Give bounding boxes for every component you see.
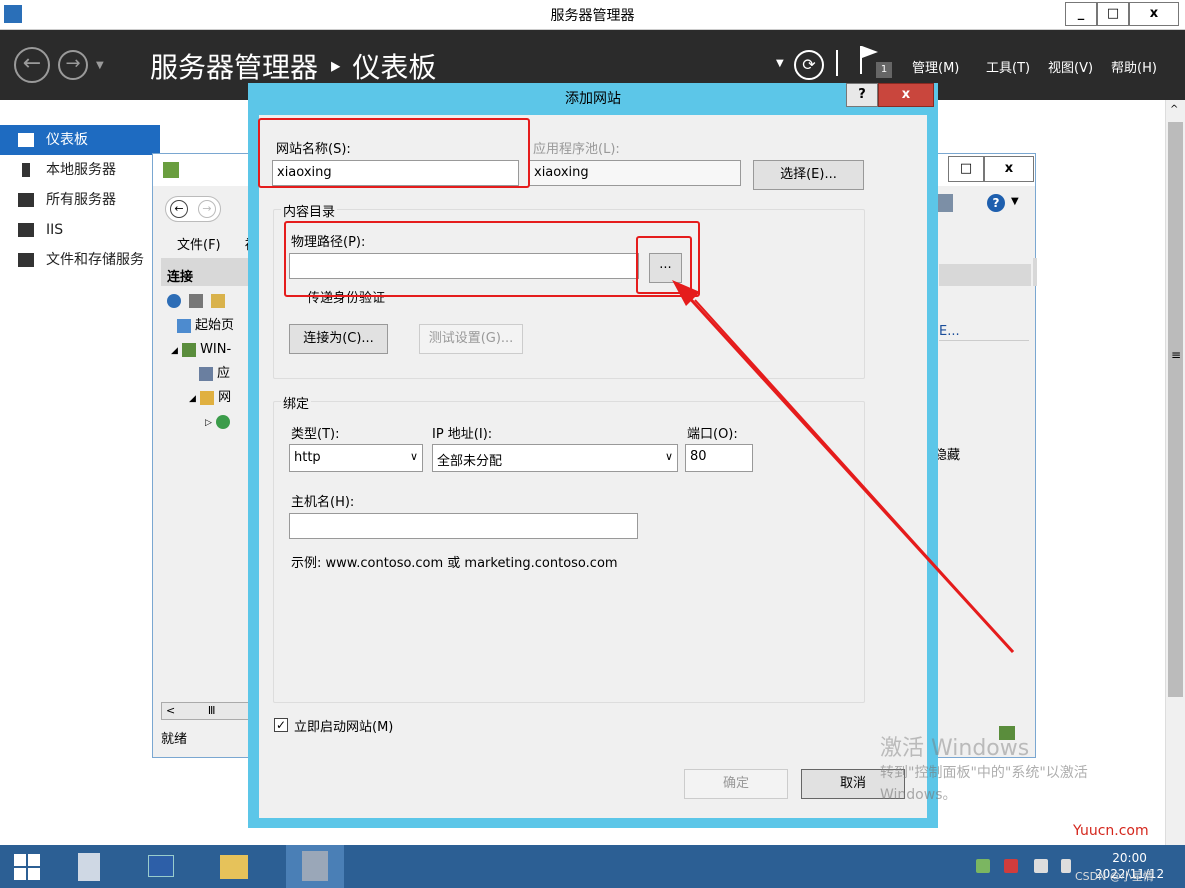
tray-flag-icon[interactable]	[1004, 859, 1018, 873]
start-button-icon[interactable]	[14, 854, 40, 880]
powershell-icon	[148, 855, 174, 877]
taskbar: 20:00 2022/11/12	[0, 845, 1185, 888]
taskbar-explorer[interactable]	[204, 845, 262, 888]
tray-network-check-icon[interactable]	[976, 859, 990, 873]
tray-monitor-icon[interactable]	[1034, 859, 1048, 873]
iis-manager-taskbar-icon	[302, 851, 328, 881]
taskbar-server-manager[interactable]	[60, 845, 118, 888]
taskbar-powershell[interactable]	[132, 845, 190, 888]
explorer-icon	[220, 855, 248, 879]
activation-watermark-text: 转到"控制面板"中的"系统"以激活 Windows。	[880, 765, 1088, 803]
activation-watermark-title: 激活 Windows	[880, 736, 1030, 761]
csdn-watermark: CSDN @小星情	[1075, 870, 1154, 883]
clock-time: 20:00	[1112, 851, 1147, 865]
tray-volume-icon[interactable]	[1061, 859, 1071, 873]
taskbar-iis-manager[interactable]	[286, 845, 344, 888]
site-watermark: Yuucn.com	[1073, 823, 1149, 839]
server-manager-taskbar-icon	[78, 853, 100, 881]
